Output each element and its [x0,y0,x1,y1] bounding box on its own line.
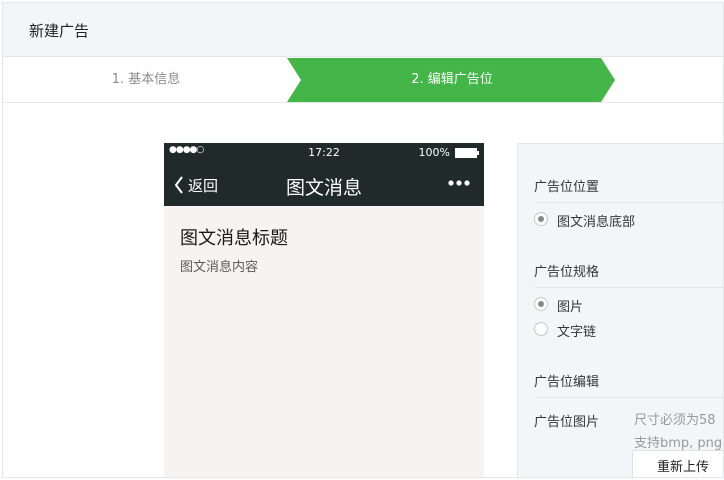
section-title-spec: 广告位规格 [534,265,600,280]
radio-label: 图片 [557,300,584,315]
page-header: 新建广告 [3,3,723,57]
radio-selected-icon [534,212,548,226]
divider [534,202,723,203]
nav-title: 图文消息 [285,177,362,199]
article-title: 图文消息标题 [180,228,288,249]
battery-percent: 100% [418,146,450,159]
radio-label: 图文消息底部 [557,215,636,230]
battery-icon [455,148,479,158]
step-edit-ad-slot-label: 2. 编辑广告位 [411,72,493,87]
divider [534,397,723,398]
image-size-hint: 尺寸必须为58 [634,413,716,428]
phone-nav-bar: 返回 图文消息 [164,163,484,206]
step-indicator: 1. 基本信息 2. 编辑广告位 [3,58,723,103]
phone-preview: ●●●●○ 17:22 100% 返回 图文消息 图文消息标题 图文消息内容 [164,143,484,477]
radio-label: 文字链 [557,325,597,340]
article-body: 图文消息内容 [180,260,259,275]
ad-image-label: 广告位图片 [534,415,600,430]
radio-unselected-icon [534,322,548,336]
section-title-position: 广告位位置 [534,180,600,195]
more-dots-icon[interactable] [448,180,470,186]
section-title-edit: 广告位编辑 [534,375,600,390]
reupload-button[interactable]: 重新上传 [632,450,723,477]
page-title: 新建广告 [29,22,90,40]
divider [534,287,723,288]
step-basic-info[interactable]: 1. 基本信息 [3,58,289,102]
image-format-hint: 支持bmp, png [634,436,723,451]
radio-selected-icon [534,297,548,311]
step-edit-ad-slot[interactable]: 2. 编辑广告位 [287,58,617,102]
ad-slot-settings-panel: 广告位位置 图文消息底部 广告位规格 图片 文字链 广告位编辑 广告位图片 尺寸… [517,143,723,477]
new-ad-page: 新建广告 1. 基本信息 2. 编辑广告位 ●●●●○ 17:22 100% 返… [2,2,724,478]
phone-status-bar: ●●●●○ 17:22 100% [164,143,484,163]
